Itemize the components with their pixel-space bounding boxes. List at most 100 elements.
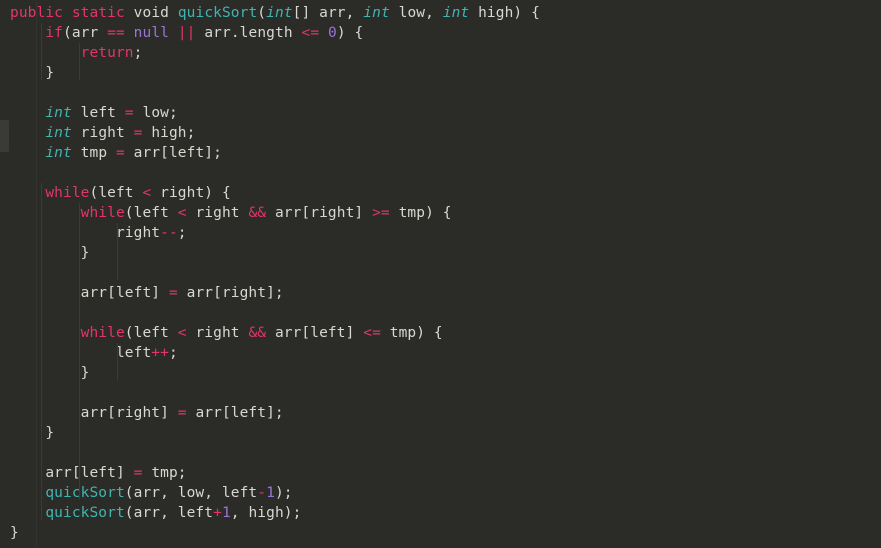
token-id: [63, 5, 72, 21]
token-id: tmp;: [142, 465, 187, 481]
code-line[interactable]: [0, 83, 881, 103]
code-line[interactable]: }: [0, 423, 881, 443]
token-id: arr[left];: [186, 405, 284, 421]
token-op: =: [177, 405, 187, 421]
code-line[interactable]: if(arr == null || arr.length <= 0) {: [0, 23, 881, 43]
token-id: (arr, left: [124, 505, 214, 521]
token-id: );: [274, 485, 293, 501]
token-id: }: [45, 425, 55, 441]
token-id: arr[left]: [80, 285, 169, 301]
code-line[interactable]: [0, 383, 881, 403]
code-line[interactable]: quickSort(arr, left+1, high);: [0, 503, 881, 523]
token-op: --: [160, 225, 178, 241]
code-line[interactable]: arr[left] = arr[right];: [0, 283, 881, 303]
token-id: right: [186, 205, 249, 221]
token-num: 0: [328, 25, 337, 41]
token-typ: int: [45, 145, 72, 161]
token-kw: while: [45, 185, 90, 201]
token-kw: public: [10, 5, 63, 21]
token-typ: int: [442, 5, 470, 21]
token-op: ++: [151, 345, 169, 361]
code-line[interactable]: public static void quickSort(int[] arr, …: [0, 3, 881, 23]
token-id: [] arr,: [292, 5, 364, 21]
token-id: tmp: [71, 145, 116, 161]
token-id: }: [80, 365, 90, 381]
token-id: (arr: [63, 25, 108, 41]
token-id: arr[right]: [80, 405, 178, 421]
token-id: }: [45, 65, 55, 81]
code-line[interactable]: [0, 303, 881, 323]
token-fn: quickSort: [177, 5, 258, 21]
token-id: void: [133, 5, 169, 21]
code-line[interactable]: [0, 263, 881, 283]
code-line[interactable]: }: [0, 63, 881, 83]
code-line[interactable]: }: [0, 523, 881, 543]
token-id: right: [71, 125, 134, 141]
code-line[interactable]: return;: [0, 43, 881, 63]
code-line[interactable]: right--;: [0, 223, 881, 243]
token-kw: static: [71, 5, 125, 21]
code-editor-window: public static void quickSort(int[] arr, …: [0, 0, 881, 548]
token-id: low;: [133, 105, 178, 121]
token-id: }: [80, 245, 90, 261]
token-id: tmp) {: [380, 325, 443, 341]
token-op: +: [213, 505, 222, 521]
token-id: }: [10, 525, 19, 541]
token-kw: return: [80, 45, 134, 61]
code-line[interactable]: left++;: [0, 343, 881, 363]
code-content-area[interactable]: public static void quickSort(int[] arr, …: [0, 0, 881, 548]
token-id: (left: [89, 185, 143, 201]
token-op: =: [124, 105, 134, 121]
token-id: (left: [124, 205, 178, 221]
token-id: ;: [133, 45, 143, 61]
token-id: right: [115, 225, 161, 241]
token-typ: int: [363, 5, 390, 21]
token-op: ==: [107, 25, 125, 41]
token-id: arr[left]: [266, 325, 364, 341]
code-line[interactable]: int tmp = arr[left];: [0, 143, 881, 163]
token-id: ;: [177, 225, 187, 241]
code-line[interactable]: [0, 443, 881, 463]
token-id: high;: [142, 125, 196, 141]
token-op: &&: [248, 205, 267, 221]
token-id: [125, 5, 134, 21]
code-line[interactable]: int left = low;: [0, 103, 881, 123]
token-id: [125, 25, 134, 41]
code-line[interactable]: arr[right] = arr[left];: [0, 403, 881, 423]
token-op: =: [168, 285, 178, 301]
token-id: right) {: [151, 185, 231, 201]
code-line[interactable]: }: [0, 243, 881, 263]
token-num: 1: [266, 485, 275, 501]
token-typ: int: [266, 5, 293, 21]
token-op: &&: [248, 325, 267, 341]
code-line[interactable]: while(left < right && arr[left] <= tmp) …: [0, 323, 881, 343]
token-id: right: [186, 325, 249, 341]
code-line[interactable]: arr[left] = tmp;: [0, 463, 881, 483]
token-op: >=: [372, 205, 390, 221]
code-line[interactable]: [0, 163, 881, 183]
token-id: [319, 25, 328, 41]
code-line[interactable]: while(left < right) {: [0, 183, 881, 203]
code-line[interactable]: while(left < right && arr[right] >= tmp)…: [0, 203, 881, 223]
code-line[interactable]: }: [0, 363, 881, 383]
token-typ: int: [45, 125, 72, 141]
token-id: arr[left];: [124, 145, 222, 161]
token-id: arr[right];: [177, 285, 284, 301]
token-id: [169, 5, 178, 21]
code-line[interactable]: int right = high;: [0, 123, 881, 143]
code-line[interactable]: quickSort(arr, low, left-1);: [0, 483, 881, 503]
token-id: arr[left]: [45, 465, 134, 481]
